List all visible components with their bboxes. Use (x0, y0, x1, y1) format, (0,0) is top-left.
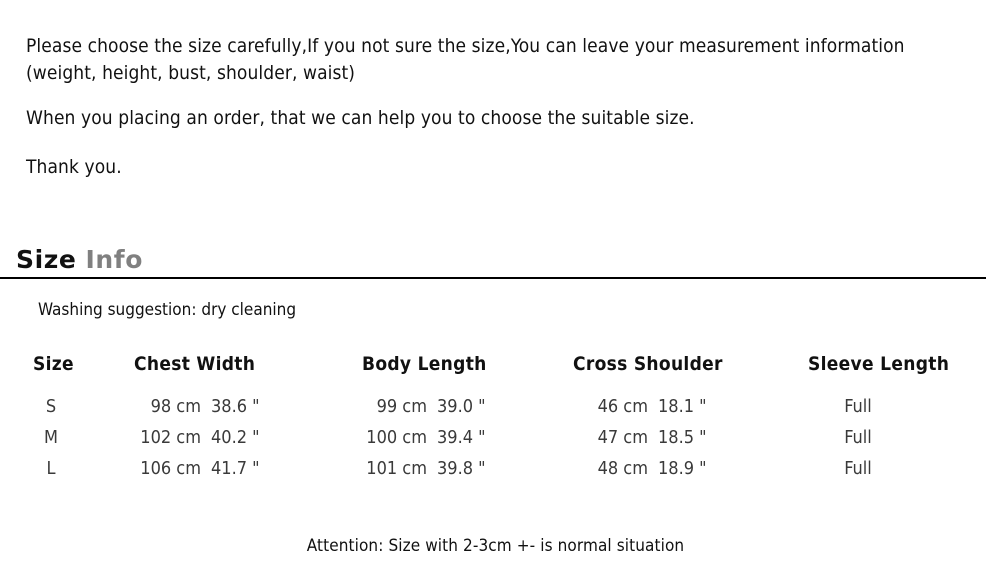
section-heading-word-size: Size (16, 245, 77, 274)
section-divider (0, 277, 986, 279)
cell-chest-cm: 102 cm (140, 427, 201, 448)
attention-note: Attention: Size with 2-3cm +- is normal … (306, 536, 685, 556)
cell-shoulder-cm: 46 cm (597, 396, 648, 417)
cell-sleeve-length: Full (844, 396, 872, 417)
cell-shoulder-inch: 18.9 " (658, 458, 707, 479)
column-header-body-length: Body Length (362, 353, 487, 375)
size-table: Size Chest Width Body Length Cross Shoul… (0, 350, 991, 489)
cell-chest-inch: 38.6 " (211, 396, 260, 417)
section-heading-size-info: Size Info (16, 245, 143, 275)
column-header-size: Size (33, 353, 74, 375)
cell-body-inch: 39.8 " (437, 458, 486, 479)
intro-paragraph-3: Thank you. (26, 156, 122, 178)
cell-size: L (46, 458, 56, 479)
section-heading-word-info: Info (85, 245, 144, 274)
cell-shoulder-cm: 48 cm (597, 458, 648, 479)
intro-text-block: Please choose the size carefully,If you … (26, 33, 956, 203)
table-row: M 102 cm 40.2 " 100 cm 39.4 " 47 cm 18.5… (0, 427, 991, 458)
cell-body-cm: 101 cm (366, 458, 427, 479)
cell-chest-inch: 40.2 " (211, 427, 260, 448)
cell-shoulder-inch: 18.1 " (658, 396, 707, 417)
intro-paragraph-1: Please choose the size carefully,If you … (26, 35, 905, 84)
size-info-page: Please choose the size carefully,If you … (0, 0, 991, 585)
cell-sleeve-length: Full (844, 458, 872, 479)
cell-body-cm: 99 cm (376, 396, 427, 417)
column-header-sleeve-length: Sleeve Length (808, 353, 950, 375)
cell-body-inch: 39.0 " (437, 396, 486, 417)
cell-chest-cm: 106 cm (140, 458, 201, 479)
column-header-cross-shoulder: Cross Shoulder (573, 353, 723, 375)
washing-suggestion-note: Washing suggestion: dry cleaning (38, 300, 297, 320)
table-row: L 106 cm 41.7 " 101 cm 39.8 " 48 cm 18.9… (0, 458, 991, 489)
cell-sleeve-length: Full (844, 427, 872, 448)
cell-shoulder-cm: 47 cm (597, 427, 648, 448)
cell-body-inch: 39.4 " (437, 427, 486, 448)
cell-chest-inch: 41.7 " (211, 458, 260, 479)
cell-shoulder-inch: 18.5 " (658, 427, 707, 448)
table-header-row: Size Chest Width Body Length Cross Shoul… (0, 350, 991, 396)
table-row: S 98 cm 38.6 " 99 cm 39.0 " 46 cm 18.1 "… (0, 396, 991, 427)
cell-size: S (45, 396, 57, 417)
column-header-chest-width: Chest Width (134, 353, 256, 375)
intro-paragraph-2: When you placing an order, that we can h… (26, 107, 695, 129)
cell-size: M (44, 427, 58, 448)
cell-chest-cm: 98 cm (150, 396, 201, 417)
cell-body-cm: 100 cm (366, 427, 427, 448)
